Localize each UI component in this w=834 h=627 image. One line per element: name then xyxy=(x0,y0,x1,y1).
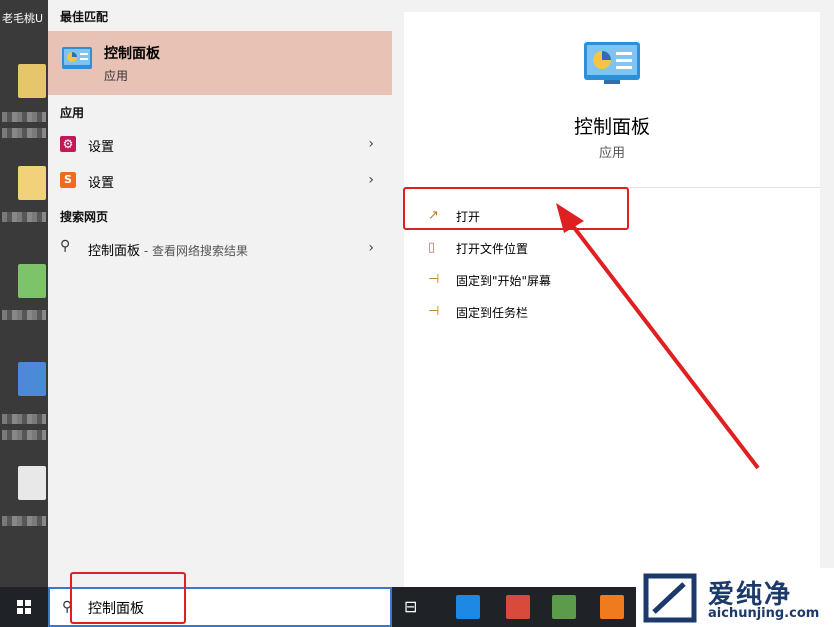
pixelated-area xyxy=(2,212,46,222)
web-search-query: 控制面板 xyxy=(88,244,141,259)
pixelated-area xyxy=(2,516,46,526)
pin-icon: ⊣ xyxy=(428,304,440,319)
web-search-suffix: - 查看网络搜索结果 xyxy=(140,244,248,258)
desktop-app-icon[interactable] xyxy=(18,362,46,396)
pixelated-area xyxy=(2,112,46,122)
windows-start-icon[interactable] xyxy=(0,587,48,627)
pixelated-area xyxy=(2,430,46,440)
app-result-settings[interactable]: ⚙ 设置 › xyxy=(48,128,392,162)
taskbar-app-icon[interactable] xyxy=(456,595,480,619)
action-label: 固定到"开始"屏幕 xyxy=(456,274,552,288)
desktop-strip: 老毛桃U xyxy=(0,0,48,587)
chevron-right-icon[interactable]: › xyxy=(368,172,374,188)
apps-heading: 应用 xyxy=(60,106,85,120)
control-panel-icon xyxy=(62,47,92,69)
annotation-arrow xyxy=(556,203,760,470)
taskbar-app-icon[interactable] xyxy=(552,595,576,619)
best-match-subtitle: 应用 xyxy=(104,69,129,83)
action-label: 打开文件位置 xyxy=(456,242,529,256)
action-label: 固定到任务栏 xyxy=(456,306,529,320)
desktop-document-icon[interactable] xyxy=(18,466,46,500)
chevron-right-icon[interactable]: › xyxy=(368,136,374,152)
file-location-icon: ▯ xyxy=(428,240,436,255)
desktop-file-icon[interactable] xyxy=(18,166,46,200)
chevron-right-icon[interactable]: › xyxy=(368,240,374,256)
detail-title: 控制面板 xyxy=(573,116,650,138)
pixelated-area xyxy=(2,128,46,138)
best-match-item[interactable]: 控制面板 应用 xyxy=(48,31,392,95)
gear-icon: ⚙ xyxy=(60,136,76,152)
taskbar-app-icon[interactable] xyxy=(506,595,530,619)
pixelated-area xyxy=(2,310,46,320)
best-match-title: 控制面板 xyxy=(104,46,160,62)
watermark-url: aichunjing.com xyxy=(708,606,820,621)
sogou-s-icon: S xyxy=(60,172,76,188)
web-search-result[interactable]: ⚲ 控制面板 - 查看网络搜索结果 › xyxy=(48,232,392,266)
search-icon: ⚲ xyxy=(60,238,71,254)
desktop-icon-label: 老毛桃U xyxy=(2,12,44,25)
annotation-box-search xyxy=(70,572,186,624)
task-view-icon[interactable]: ⊟ xyxy=(404,597,417,616)
control-panel-icon xyxy=(584,42,640,84)
pin-icon: ⊣ xyxy=(428,272,440,287)
pixelated-area xyxy=(2,414,46,424)
web-search-heading: 搜索网页 xyxy=(60,210,109,224)
app-result-label: 设置 xyxy=(88,176,115,191)
taskbar-app-icon[interactable] xyxy=(600,595,624,619)
best-match-heading: 最佳匹配 xyxy=(60,10,109,24)
app-result-label: 设置 xyxy=(88,140,115,155)
app-result-settings-sogou[interactable]: S 设置 › xyxy=(48,164,392,198)
desktop-app-icon[interactable] xyxy=(18,264,46,298)
desktop-folder-icon[interactable] xyxy=(18,64,46,98)
watermark: 爱纯净 aichunjing.com xyxy=(636,568,834,627)
detail-subtitle: 应用 xyxy=(598,146,625,161)
logo-icon xyxy=(643,573,697,623)
results-pane: 最佳匹配 控制面板 应用 应用 ⚙ 设置 › S 设置 › 搜索网页 ⚲ 控制面… xyxy=(48,0,403,587)
